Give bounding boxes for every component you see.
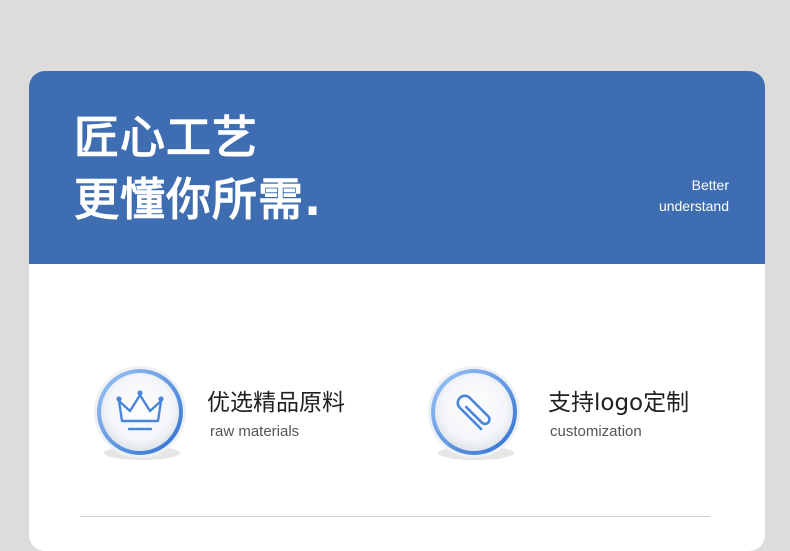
- side-note-line-2: understand: [658, 198, 729, 214]
- feature-raw-materials: 优选精品原料 raw materials: [89, 363, 419, 463]
- feature-customization: 支持logo定制 customization: [423, 363, 753, 463]
- feature-title: 优选精品原料: [207, 390, 345, 416]
- feature-subtitle: customization: [550, 423, 642, 440]
- divider: [80, 516, 710, 517]
- headline-line-1: 匠心工艺: [74, 111, 259, 164]
- side-note-line-1: Better: [691, 177, 729, 193]
- headline: 匠心工艺 更懂你所需.: [74, 107, 322, 231]
- crown-icon: [94, 366, 186, 460]
- feature-subtitle: raw materials: [210, 423, 300, 440]
- side-note: Better understand: [659, 175, 729, 217]
- paperclip-icon: [428, 366, 520, 460]
- feature-title: 支持logo定制: [548, 390, 690, 416]
- content-card: 匠心工艺 更懂你所需. Better understand 优选精品原料 raw…: [29, 71, 765, 551]
- header-banner: 匠心工艺 更懂你所需. Better understand: [29, 71, 765, 264]
- headline-line-2: 更懂你所需.: [74, 173, 323, 226]
